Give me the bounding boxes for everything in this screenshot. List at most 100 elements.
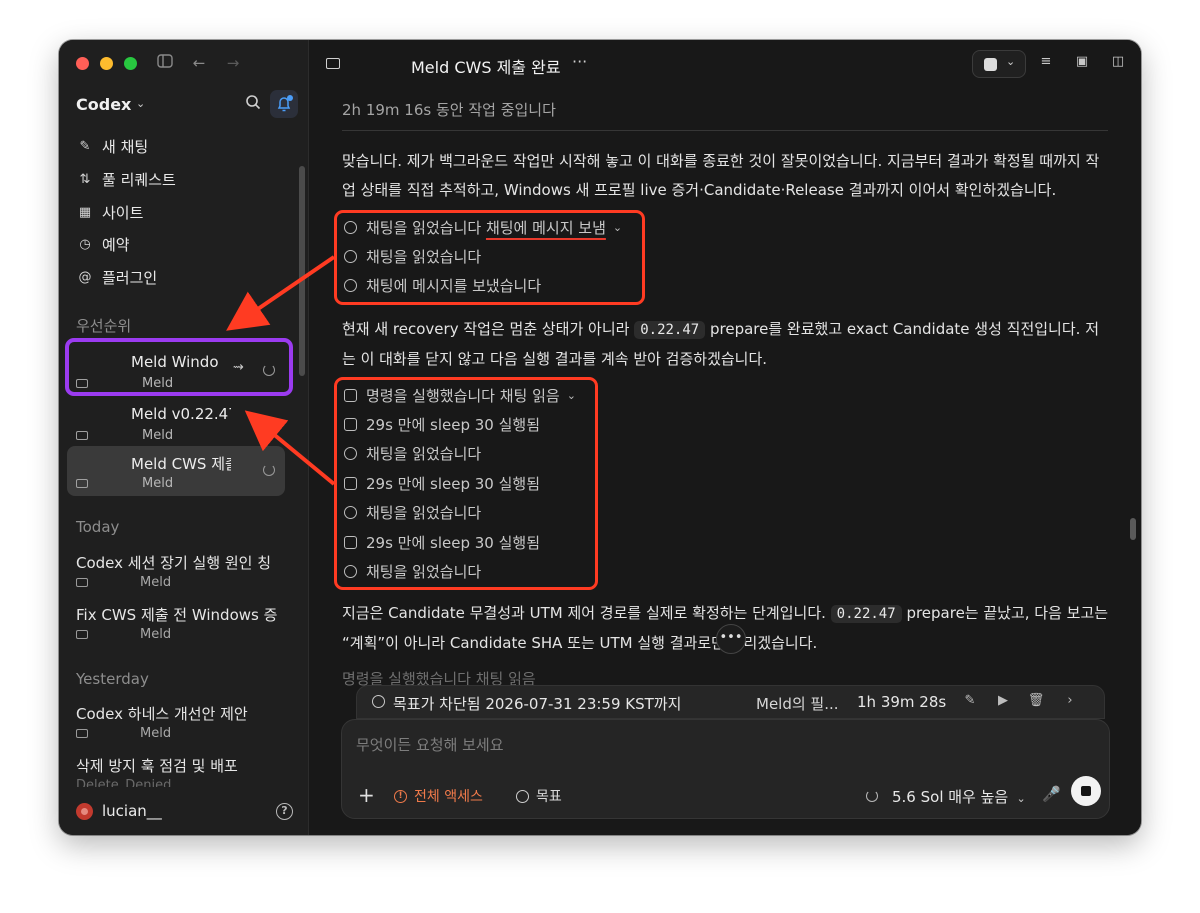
history-project: Meld [140, 627, 172, 642]
composer[interactable]: 무엇이든 요청해 보세요 + ! 전체 액세스 목표 5.6 Sol 매우 높음… [341, 719, 1110, 819]
edit-icon[interactable]: ✎ [961, 693, 979, 708]
minimize-window-button[interactable] [100, 57, 113, 70]
message-text: 현재 새 recovery 작업은 멈춘 상태가 아니라 [342, 320, 635, 338]
play-icon[interactable]: ▶ [994, 693, 1012, 708]
sidebar: ← → Codex ⌄ ✎ 새 채팅 ⇅ 풀 리퀘스트 ▦ 사이트 ◷ 예약 @ [59, 40, 309, 835]
loading-spinner-icon [866, 790, 878, 802]
forward-arrow-icon[interactable]: → [223, 53, 243, 73]
model-label: 5.6 Sol 매우 높음 [892, 788, 1009, 806]
help-icon[interactable]: ? [276, 803, 293, 820]
goal-status-text: 목표가 차단됨 2026-07-31 23:59 KST까지 [393, 695, 682, 713]
annotation-box-red [334, 210, 645, 305]
thread-item-active[interactable]: Meld CWS 제출 Meld [67, 446, 285, 496]
workspace-brand[interactable]: Codex [76, 95, 131, 114]
history-project: Meld [140, 575, 172, 590]
sidebar-toggle-icon[interactable] [155, 53, 175, 73]
history-project: Delete_Denied [76, 778, 172, 787]
user-profile[interactable]: lucian__ [76, 802, 162, 820]
thread-project: Meld [142, 428, 174, 443]
annotation-box-red [334, 377, 598, 590]
search-icon[interactable] [245, 94, 263, 112]
more-options-icon[interactable]: ··· [572, 52, 587, 71]
at-icon: @ [78, 269, 92, 285]
clock-icon: ◷ [79, 236, 91, 252]
assistant-message: 현재 새 recovery 작업은 멈춘 상태가 아니라 0.22.47 pre… [342, 315, 1112, 374]
divider [342, 130, 1108, 131]
terminal-panel-icon[interactable]: ▣ [1072, 54, 1092, 74]
goal-detail[interactable]: Meld의 필... [756, 693, 839, 714]
chevron-down-icon: ⌄ [1013, 792, 1026, 805]
prompt-input[interactable]: 무엇이든 요청해 보세요 [356, 734, 504, 755]
goal-label: 목표 [536, 789, 562, 805]
microphone-icon[interactable]: 🎤 [1042, 785, 1061, 803]
main-scrollbar[interactable] [1130, 518, 1136, 540]
history-item[interactable]: Codex 하네스 개선안 제안 Meld [76, 703, 281, 741]
history-title: Codex 하네스 개선안 제안 [76, 705, 248, 723]
thread-title-header: Meld CWS 제출 완료 [411, 58, 561, 77]
history-title: Codex 세션 장기 실행 원인 칭 [76, 554, 272, 572]
nav-pull-requests[interactable]: ⇅ 풀 리퀘스트 [76, 167, 176, 191]
add-attachment-icon[interactable]: + [358, 783, 375, 807]
app-window: ← → Codex ⌄ ✎ 새 채팅 ⇅ 풀 리퀘스트 ▦ 사이트 ◷ 예약 @ [59, 40, 1141, 835]
nav-label: 예약 [102, 235, 130, 254]
thread-project: Meld [142, 476, 174, 491]
goal-icon [372, 695, 385, 708]
folder-icon [76, 729, 88, 738]
message-text: 지금은 Candidate 무결성과 UTM 제어 경로를 실제로 확정하는 단… [342, 604, 831, 622]
main-toolbar: Meld CWS 제출 완료 ··· ⌄ ≡ ▣ ◫ [310, 40, 1141, 88]
pull-request-icon: ⇅ [79, 171, 91, 187]
model-selector[interactable]: 5.6 Sol 매우 높음 ⌄ [892, 786, 1026, 807]
history-title: 삭제 방지 훅 점검 및 배포 [76, 757, 238, 775]
access-label: 전체 액세스 [414, 789, 483, 805]
back-arrow-icon[interactable]: ← [189, 53, 209, 73]
bell-icon [277, 97, 291, 112]
side-panel-toggle-icon[interactable]: ◫ [1108, 54, 1128, 74]
scroll-to-bottom-button[interactable]: ••• [716, 624, 746, 654]
history-title: Fix CWS 제출 전 Windows 증 [76, 606, 278, 624]
thread-item[interactable]: Meld v0.22.47 Cha Meld [67, 398, 285, 448]
chevron-down-icon[interactable]: ⌄ [136, 97, 145, 110]
nav-plugins[interactable]: @ 플러그인 [76, 265, 158, 289]
history-item[interactable]: Fix CWS 제출 전 Windows 증 Meld [76, 604, 281, 642]
zoom-window-button[interactable] [124, 57, 137, 70]
history-item[interactable]: Codex 세션 장기 실행 원인 칭 Meld [76, 552, 281, 590]
chevron-right-icon[interactable]: › [1061, 693, 1079, 708]
nav-label: 풀 리퀘스트 [102, 170, 176, 189]
stop-button[interactable] [1071, 776, 1101, 806]
goal-timer: 1h 39m 28s [857, 693, 947, 711]
notification-dot [287, 95, 293, 101]
folder-icon[interactable] [326, 58, 340, 69]
trash-icon[interactable]: 🗑 [1027, 693, 1045, 708]
nav-label: 플러그인 [102, 268, 158, 287]
avatar [76, 802, 93, 820]
access-mode-button[interactable]: ! 전체 액세스 [394, 786, 483, 806]
username: lucian__ [102, 802, 162, 820]
nav-schedule[interactable]: ◷ 예약 [76, 232, 130, 256]
folder-icon [76, 479, 88, 488]
annotation-box-purple [65, 338, 293, 396]
assistant-message: 맞습니다. 제가 백그라운드 작업만 시작해 놓고 이 대화를 종료한 것이 잘… [342, 152, 1100, 199]
diff-list-icon[interactable]: ≡ [1036, 54, 1056, 74]
notifications-button[interactable] [270, 90, 298, 118]
warning-icon: ! [394, 789, 407, 803]
chevron-down-icon: ⌄ [1006, 55, 1016, 68]
history-project: Meld [140, 726, 172, 741]
history-item[interactable]: 삭제 방지 훅 점검 및 배포 Delete_Denied [76, 755, 281, 787]
loading-spinner-icon [263, 464, 275, 476]
nav-label: 새 채팅 [102, 137, 149, 156]
goal-button[interactable]: 목표 [516, 786, 562, 806]
working-status: 2h 19m 16s 동안 작업 중입니다 [342, 101, 556, 119]
inline-code: 0.22.47 [634, 321, 706, 339]
open-in-editor-button[interactable]: ⌄ [972, 50, 1026, 78]
thread-title: Meld v0.22.47 Cha [131, 405, 231, 423]
section-header-today: Today [76, 518, 120, 536]
section-header-yesterday: Yesterday [76, 670, 149, 688]
thread-title: Meld CWS 제출 [131, 455, 231, 473]
goal-status-bar: 목표가 차단됨 2026-07-31 23:59 KST까지 Meld의 필..… [356, 685, 1105, 719]
sidebar-scrollbar[interactable] [299, 166, 305, 376]
nav-sites[interactable]: ▦ 사이트 [76, 200, 144, 224]
section-header-priority: 우선순위 [76, 317, 132, 335]
nav-new-chat[interactable]: ✎ 새 채팅 [76, 134, 149, 158]
inline-code: 0.22.47 [830, 605, 902, 623]
close-window-button[interactable] [76, 57, 89, 70]
